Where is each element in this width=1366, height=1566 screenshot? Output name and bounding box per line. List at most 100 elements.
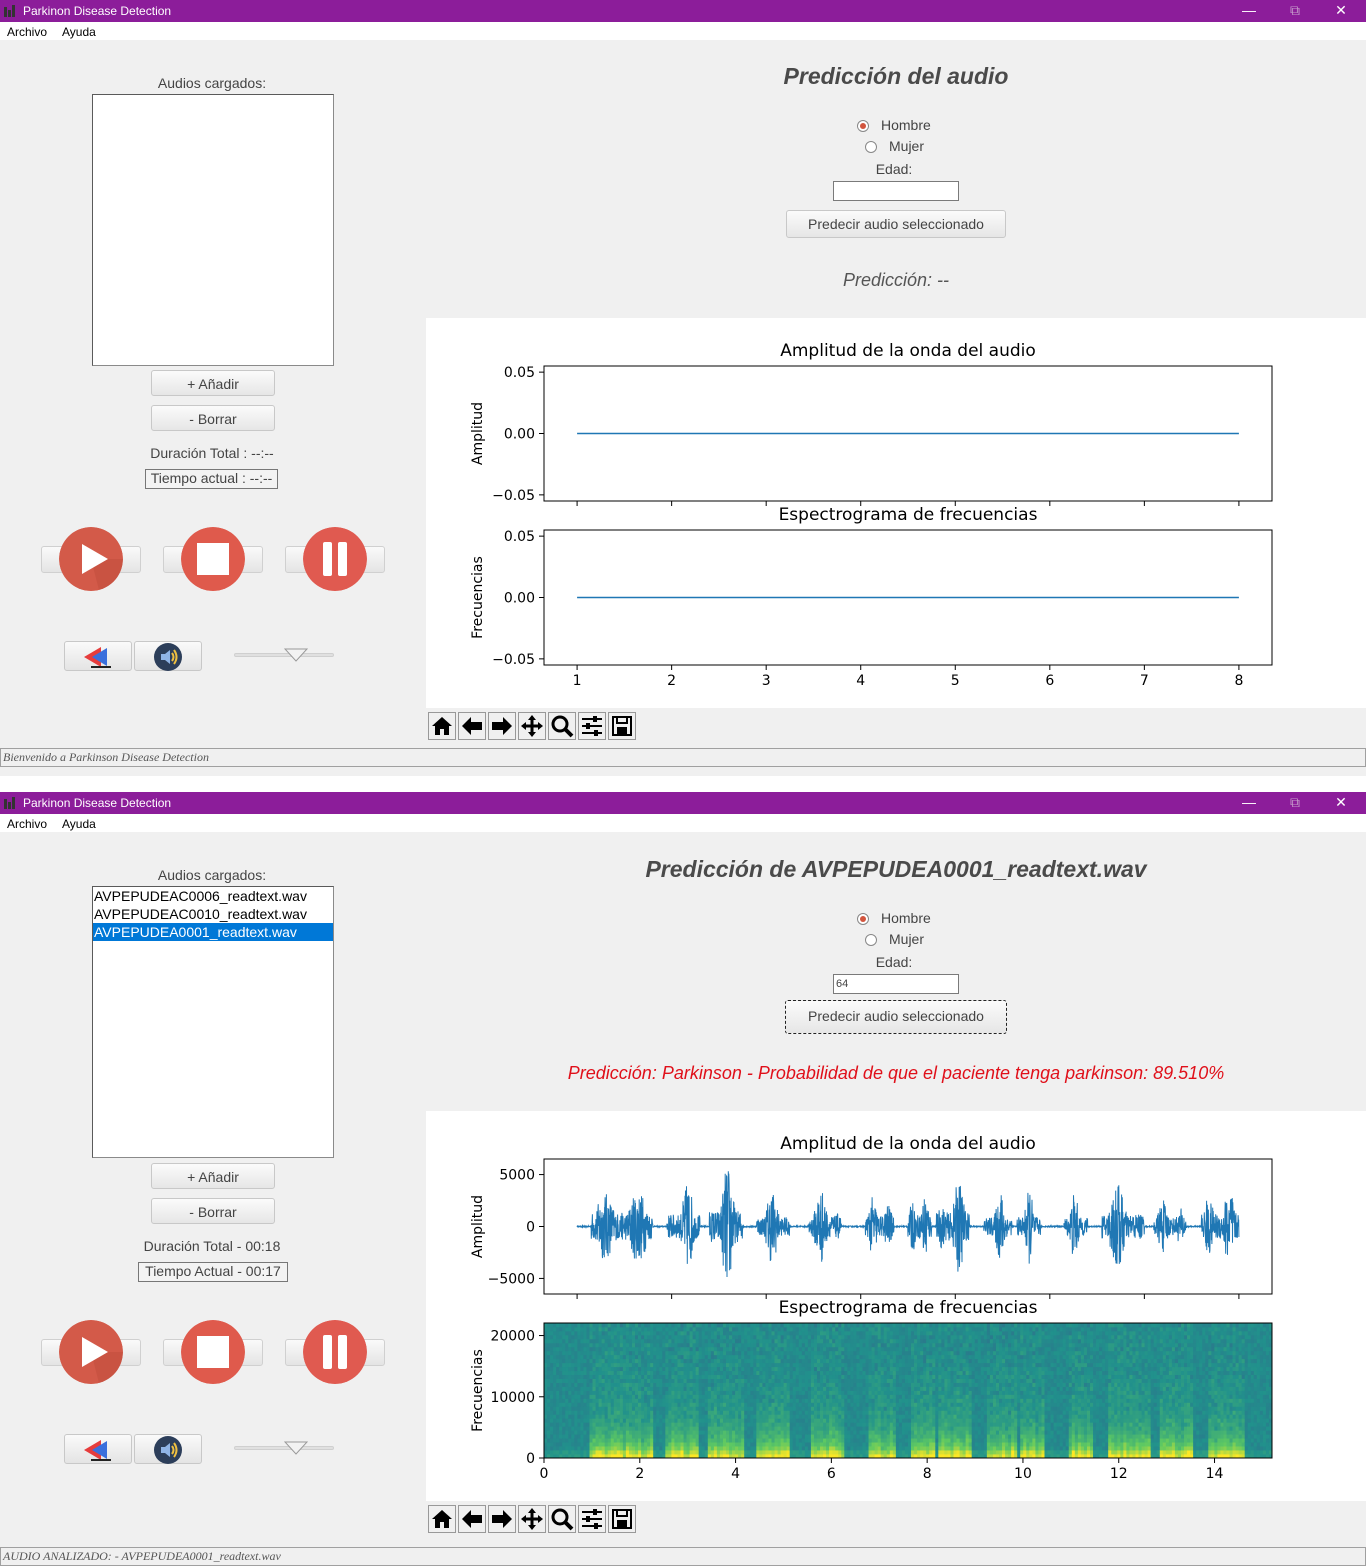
stop-button[interactable] xyxy=(163,1312,263,1394)
radio-hombre[interactable]: Hombre xyxy=(857,117,931,133)
spectrogram-cell xyxy=(719,1323,724,1328)
spectrogram-cell xyxy=(789,1386,794,1391)
radio-mujer-circle[interactable] xyxy=(865,141,877,153)
play-button[interactable] xyxy=(41,519,141,601)
spectrogram-cell xyxy=(650,1446,654,1451)
slider-handle[interactable] xyxy=(284,1441,308,1455)
radio-mujer-circle[interactable] xyxy=(865,934,877,946)
spectrogram-cell xyxy=(914,1370,918,1376)
add-button[interactable]: + Añadir xyxy=(151,370,275,396)
spectrogram-cell xyxy=(616,1382,621,1387)
list-item[interactable]: AVPEPUDEAC0006_readtext.wav xyxy=(93,887,333,905)
spectrogram-cell xyxy=(807,1370,812,1376)
radio-hombre-circle[interactable] xyxy=(857,913,869,925)
spectrogram-cell xyxy=(638,1426,642,1431)
plot-canvas[interactable]: Amplitud de la onda del audio Amplitud 500… xyxy=(426,1111,1366,1501)
spectrogram-cell xyxy=(665,1350,669,1356)
menu-ayuda[interactable]: Ayuda xyxy=(62,25,96,39)
configure-button[interactable] xyxy=(578,712,606,740)
back-button[interactable] xyxy=(458,712,486,740)
spectrogram-cell xyxy=(832,1446,836,1451)
spectrogram-cell xyxy=(604,1330,609,1336)
rewind-button[interactable] xyxy=(64,641,132,671)
spectrogram-cell xyxy=(871,1346,876,1352)
menu-archivo[interactable]: Archivo xyxy=(7,817,47,831)
pause-button[interactable] xyxy=(285,519,385,601)
spectrogram-cell xyxy=(932,1334,936,1340)
forward-button[interactable] xyxy=(488,712,516,740)
predict-button[interactable]: Predecir audio seleccionado xyxy=(786,210,1006,238)
audio-list[interactable] xyxy=(92,94,334,366)
spectrogram-cell xyxy=(898,1354,903,1360)
plot-canvas[interactable]: Amplitud de la onda del audio Amplitud 0.0… xyxy=(426,318,1366,708)
spectrogram-cell xyxy=(589,1350,593,1356)
spectrogram-cell xyxy=(726,1442,730,1447)
spectrogram-cell xyxy=(856,1350,860,1356)
age-input[interactable]: 64 xyxy=(833,974,959,994)
spectrogram-cell xyxy=(877,1362,882,1368)
radio-mujer[interactable]: Mujer xyxy=(865,138,924,154)
list-item-selected[interactable]: AVPEPUDEA0001_readtext.wav xyxy=(93,923,333,941)
pause-button[interactable] xyxy=(285,1312,385,1394)
spectrogram-cell xyxy=(701,1366,706,1372)
spectrogram-cell xyxy=(889,1410,894,1415)
home-button[interactable] xyxy=(428,712,456,740)
volume-slider[interactable] xyxy=(234,645,334,665)
save-button[interactable] xyxy=(608,712,636,740)
spectrogram-cell xyxy=(610,1346,615,1352)
spectrogram-cell xyxy=(817,1390,821,1395)
spectrogram-cell xyxy=(619,1338,624,1344)
spectrogram-cell xyxy=(956,1338,960,1344)
close-icon[interactable]: ✕ xyxy=(1318,792,1364,814)
spectrogram-cell xyxy=(604,1374,609,1379)
age-input[interactable] xyxy=(833,181,959,201)
spectrogram-cell xyxy=(856,1414,860,1419)
list-item[interactable]: AVPEPUDEAC0010_readtext.wav xyxy=(93,905,333,923)
spectrogram-cell xyxy=(650,1414,654,1419)
spectrogram-cell xyxy=(783,1410,788,1415)
spectrogram-cell xyxy=(813,1338,818,1344)
close-icon[interactable]: ✕ xyxy=(1318,0,1364,22)
rewind-button[interactable] xyxy=(64,1434,132,1464)
menu-ayuda[interactable]: Ayuda xyxy=(62,817,96,831)
spectrogram-cell xyxy=(917,1450,921,1455)
delete-button[interactable]: - Borrar xyxy=(151,1198,275,1224)
spectrogram-cell xyxy=(719,1410,724,1415)
radio-hombre-circle[interactable] xyxy=(857,120,869,132)
pan-button[interactable] xyxy=(518,712,546,740)
audio-list[interactable]: AVPEPUDEAC0006_readtext.wav AVPEPUDEAC00… xyxy=(92,886,334,1158)
spectrogram-cell xyxy=(841,1414,845,1419)
play-button[interactable] xyxy=(41,1312,141,1394)
radio-mujer[interactable]: Mujer xyxy=(865,931,924,947)
stop-button[interactable] xyxy=(163,519,263,601)
zoom-button[interactable] xyxy=(548,712,576,740)
spectrogram-cell xyxy=(771,1414,775,1419)
spectrogram-cell xyxy=(853,1442,857,1447)
spectrogram-cell xyxy=(914,1406,918,1411)
minimize-icon[interactable]: — xyxy=(1226,792,1272,814)
spectrogram-cell xyxy=(889,1414,894,1419)
spectrogram-cell xyxy=(810,1450,815,1455)
predict-button[interactable]: Predecir audio seleccionado xyxy=(785,1000,1007,1034)
volume-button[interactable] xyxy=(134,641,202,671)
radio-hombre[interactable]: Hombre xyxy=(857,910,931,926)
volume-slider[interactable] xyxy=(234,1438,334,1458)
volume-button[interactable] xyxy=(134,1434,202,1464)
title-bar[interactable]: Parkinon Disease Detection — ⧉ ✕ xyxy=(0,792,1366,814)
menu-archivo[interactable]: Archivo xyxy=(7,25,47,39)
spectrogram-cell xyxy=(756,1362,760,1368)
slider-handle[interactable] xyxy=(284,648,308,662)
add-button[interactable]: + Añadir xyxy=(151,1163,275,1189)
spectrogram-cell xyxy=(577,1350,581,1356)
spectrogram-cell xyxy=(592,1442,596,1447)
spectrogram-cell xyxy=(735,1410,739,1415)
title-bar[interactable]: Parkinon Disease Detection — ⧉ ✕ xyxy=(0,0,1366,22)
maximize-icon[interactable]: ⧉ xyxy=(1272,792,1318,814)
spectrogram-cell xyxy=(586,1323,590,1328)
spectrogram-cell xyxy=(680,1414,684,1419)
maximize-icon[interactable]: ⧉ xyxy=(1272,0,1318,22)
spectrogram-cell xyxy=(674,1446,678,1451)
spectrogram-cell xyxy=(917,1430,921,1435)
delete-button[interactable]: - Borrar xyxy=(151,405,275,431)
minimize-icon[interactable]: — xyxy=(1226,0,1272,22)
